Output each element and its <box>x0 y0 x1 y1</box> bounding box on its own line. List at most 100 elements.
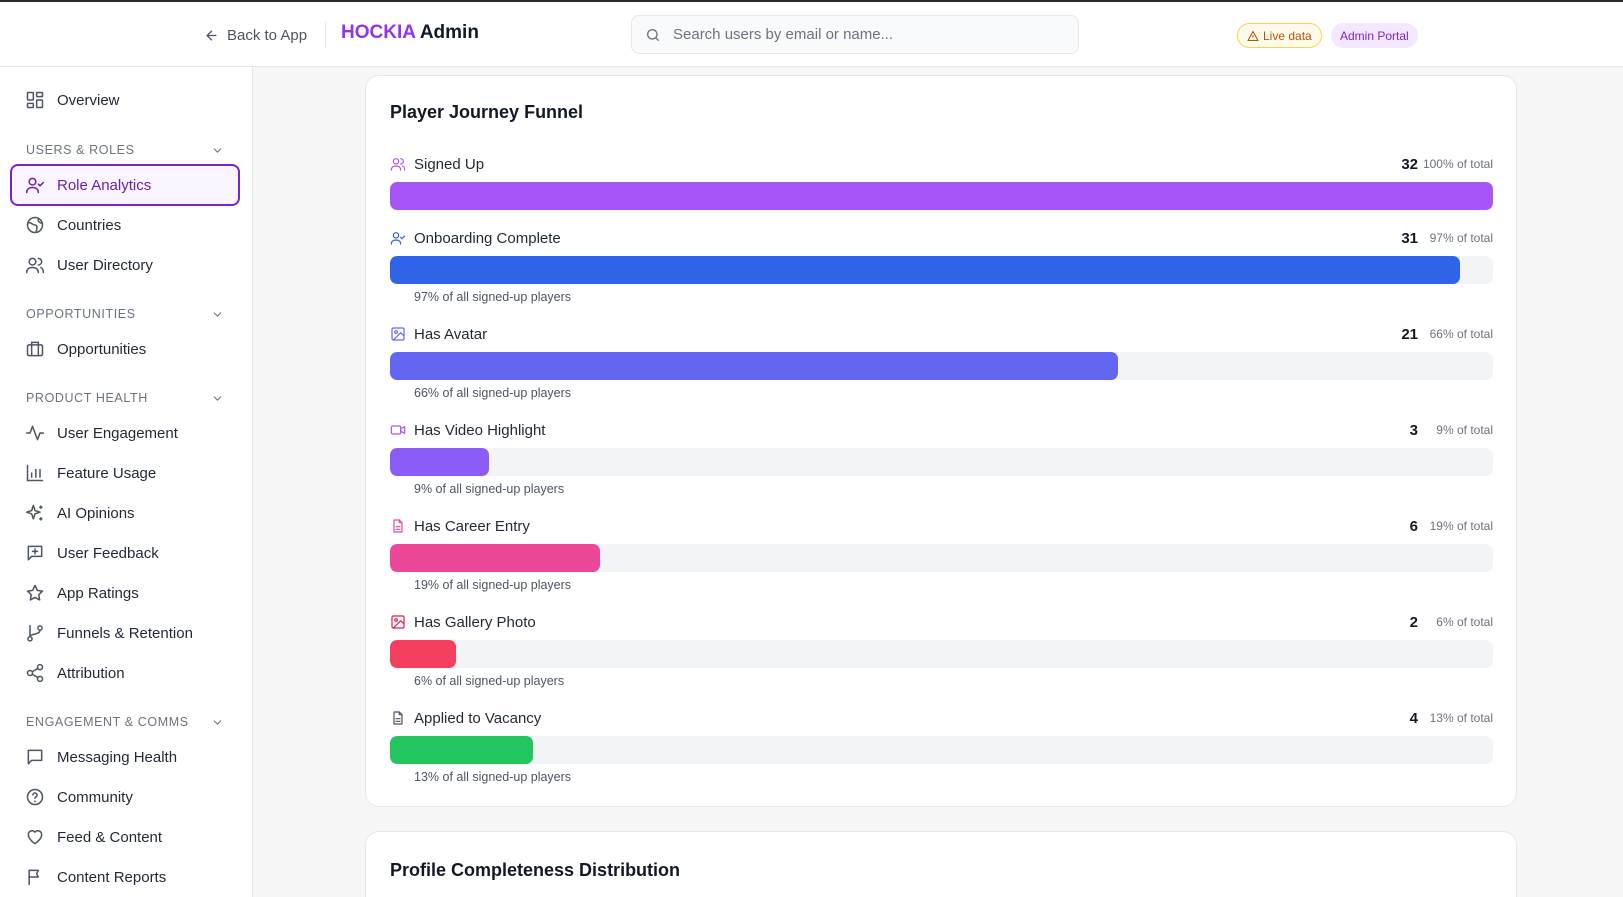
stage-label: Has Avatar <box>390 324 487 344</box>
stage-note: 9% of all signed-up players <box>414 482 565 496</box>
section-product-health[interactable]: PRODUCT HEALTH <box>26 389 224 407</box>
stage-bar-track <box>390 182 1493 210</box>
profile-completeness-card: Profile Completeness Distribution <box>365 831 1517 897</box>
stage-bar-fill <box>390 736 534 764</box>
sidebar-item-countries[interactable]: Countries <box>10 204 240 246</box>
sidebar-item-opportunities[interactable]: Opportunities <box>10 328 240 370</box>
stage-note: 6% of all signed-up players <box>414 674 565 688</box>
sidebar-item-label: User Engagement <box>57 424 178 442</box>
live-data-label: Live data <box>1263 28 1312 43</box>
stage-count: 21 <box>1401 325 1418 343</box>
admin-portal-badge: Admin Portal <box>1331 23 1418 48</box>
dashboard-icon <box>26 91 44 109</box>
sidebar-item-label: User Feedback <box>57 544 159 562</box>
sidebar-item-label: Community <box>57 788 133 806</box>
chevron-down-icon <box>213 311 222 317</box>
stage-bar-fill <box>390 352 1118 380</box>
sidebar-item-label: AI Opinions <box>57 504 135 522</box>
stage-name: Onboarding Complete <box>414 229 561 247</box>
sidebar-item-label: Content Reports <box>57 868 167 886</box>
section-users-roles[interactable]: USERS & ROLES <box>26 141 224 159</box>
sidebar-item-label: User Directory <box>57 256 153 274</box>
user-check-icon <box>390 232 406 245</box>
globe-icon <box>26 216 44 234</box>
stage-bar-fill <box>390 448 490 476</box>
stage-percent: 6% of total <box>1436 615 1493 629</box>
sidebar-item-community[interactable]: Community <box>10 776 240 818</box>
section-title-label: OPPORTUNITIES <box>26 307 136 321</box>
sidebar-item-label: Feature Usage <box>57 464 157 482</box>
sidebar-item-funnels-retention[interactable]: Funnels & Retention <box>10 612 240 654</box>
sidebar-item-app-ratings[interactable]: App Ratings <box>10 572 240 614</box>
share-icon <box>26 663 44 683</box>
sidebar-item-label: Opportunities <box>57 340 147 358</box>
sidebar-item-feed-content[interactable]: Feed & Content <box>10 816 240 858</box>
stage-label: Signed Up <box>390 154 484 174</box>
chevron-down-icon <box>213 395 222 401</box>
stage-note: 19% of all signed-up players <box>414 578 572 592</box>
sidebar-item-feature-usage[interactable]: Feature Usage <box>10 452 240 494</box>
stage-label: Applied to Vacancy <box>390 708 541 728</box>
back-to-app-label: Back to App <box>227 26 308 44</box>
sidebar-item-user-directory[interactable]: User Directory <box>10 244 240 286</box>
sidebar-item-attribution[interactable]: Attribution <box>10 652 240 694</box>
sidebar-item-label: Countries <box>57 216 122 234</box>
stage-name: Signed Up <box>414 155 485 173</box>
stage-note: 66% of all signed-up players <box>414 386 572 400</box>
sidebar-item-label: Funnels & Retention <box>57 624 193 642</box>
sidebar-item-ai-opinions[interactable]: AI Opinions <box>10 492 240 534</box>
section-engagement-comms[interactable]: ENGAGEMENT & COMMS <box>26 713 224 731</box>
stage-label: Has Career Entry <box>390 516 530 536</box>
stage-percent: 9% of total <box>1436 423 1493 437</box>
stage-bar-track <box>390 352 1493 380</box>
stage-label: Has Video Highlight <box>390 420 545 440</box>
stage-percent: 19% of total <box>1429 519 1493 533</box>
stage-bar-fill <box>390 544 600 572</box>
flag-icon <box>28 869 40 886</box>
message-plus-icon <box>27 545 43 561</box>
sidebar-item-user-engagement[interactable]: User Engagement <box>10 412 240 454</box>
sidebar: Overview USERS & ROLES Role Analytics Co… <box>0 67 253 897</box>
funnel-title: Player Journey Funnel <box>390 102 584 122</box>
stage-bar-track <box>390 640 1493 668</box>
sparkles-icon <box>25 504 43 521</box>
back-to-app-link[interactable]: Back to App <box>204 24 307 46</box>
distribution-title: Profile Completeness Distribution <box>390 860 681 880</box>
user-check-icon <box>25 177 45 194</box>
section-title-label: USERS & ROLES <box>26 143 135 157</box>
git-branch-icon <box>27 624 43 642</box>
admin-portal-label: Admin Portal <box>1340 28 1409 43</box>
sidebar-item-label: Role Analytics <box>57 176 152 194</box>
stage-count: 2 <box>1409 613 1418 631</box>
header-divider <box>325 22 326 48</box>
sidebar-item-overview[interactable]: Overview <box>10 79 240 121</box>
image-icon <box>391 615 405 629</box>
warning-icon <box>1247 30 1259 41</box>
sidebar-item-user-feedback[interactable]: User Feedback <box>10 532 240 574</box>
stage-bar-fill <box>390 640 457 668</box>
sidebar-item-content-reports[interactable]: Content Reports <box>10 856 240 897</box>
image-icon <box>391 327 405 341</box>
stage-bar-track <box>390 736 1493 764</box>
section-opportunities[interactable]: OPPORTUNITIES <box>26 305 224 323</box>
briefcase-icon <box>26 341 44 357</box>
search-input[interactable] <box>673 26 1053 43</box>
activity-icon <box>25 425 45 441</box>
stage-bar-fill <box>390 182 1493 210</box>
stage-bar-track <box>390 256 1493 284</box>
top-header: Back to App HOCKIA Admin Live data Admin… <box>0 2 1623 67</box>
chevron-down-icon <box>213 719 222 725</box>
stage-count: 3 <box>1409 421 1418 439</box>
sidebar-item-role-analytics[interactable]: Role Analytics <box>10 164 240 206</box>
brand-suffix: Admin <box>419 22 479 43</box>
stage-count: 6 <box>1409 517 1418 535</box>
stage-percent: 97% of total <box>1429 231 1493 245</box>
stage-note: 13% of all signed-up players <box>414 770 572 784</box>
sidebar-item-label: Feed & Content <box>57 828 163 846</box>
chevron-down-icon <box>213 147 222 153</box>
brand-logo: HOCKIA Admin <box>341 22 479 44</box>
sidebar-item-label: App Ratings <box>57 584 139 602</box>
stage-name: Applied to Vacancy <box>414 709 542 727</box>
arrow-left-icon <box>206 30 217 40</box>
sidebar-item-messaging-health[interactable]: Messaging Health <box>10 736 240 778</box>
